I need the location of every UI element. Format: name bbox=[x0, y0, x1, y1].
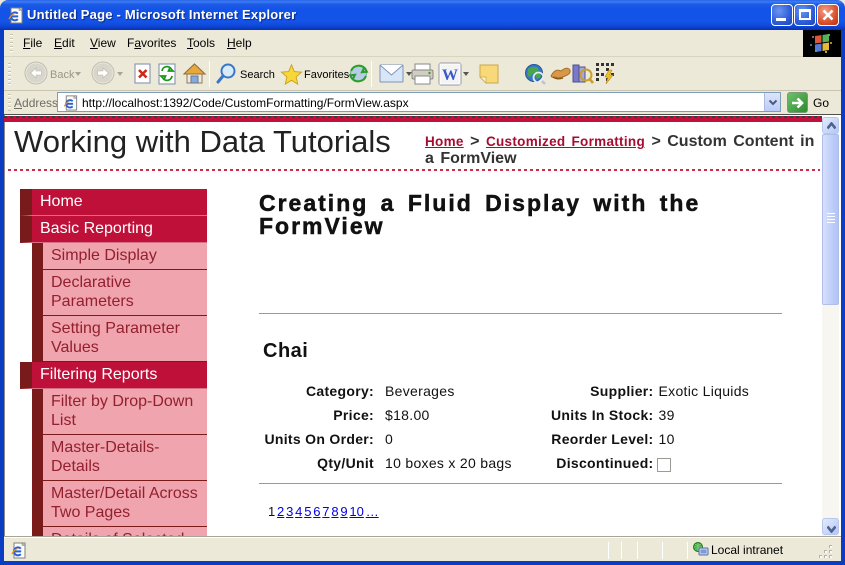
svg-text:W: W bbox=[442, 67, 458, 84]
